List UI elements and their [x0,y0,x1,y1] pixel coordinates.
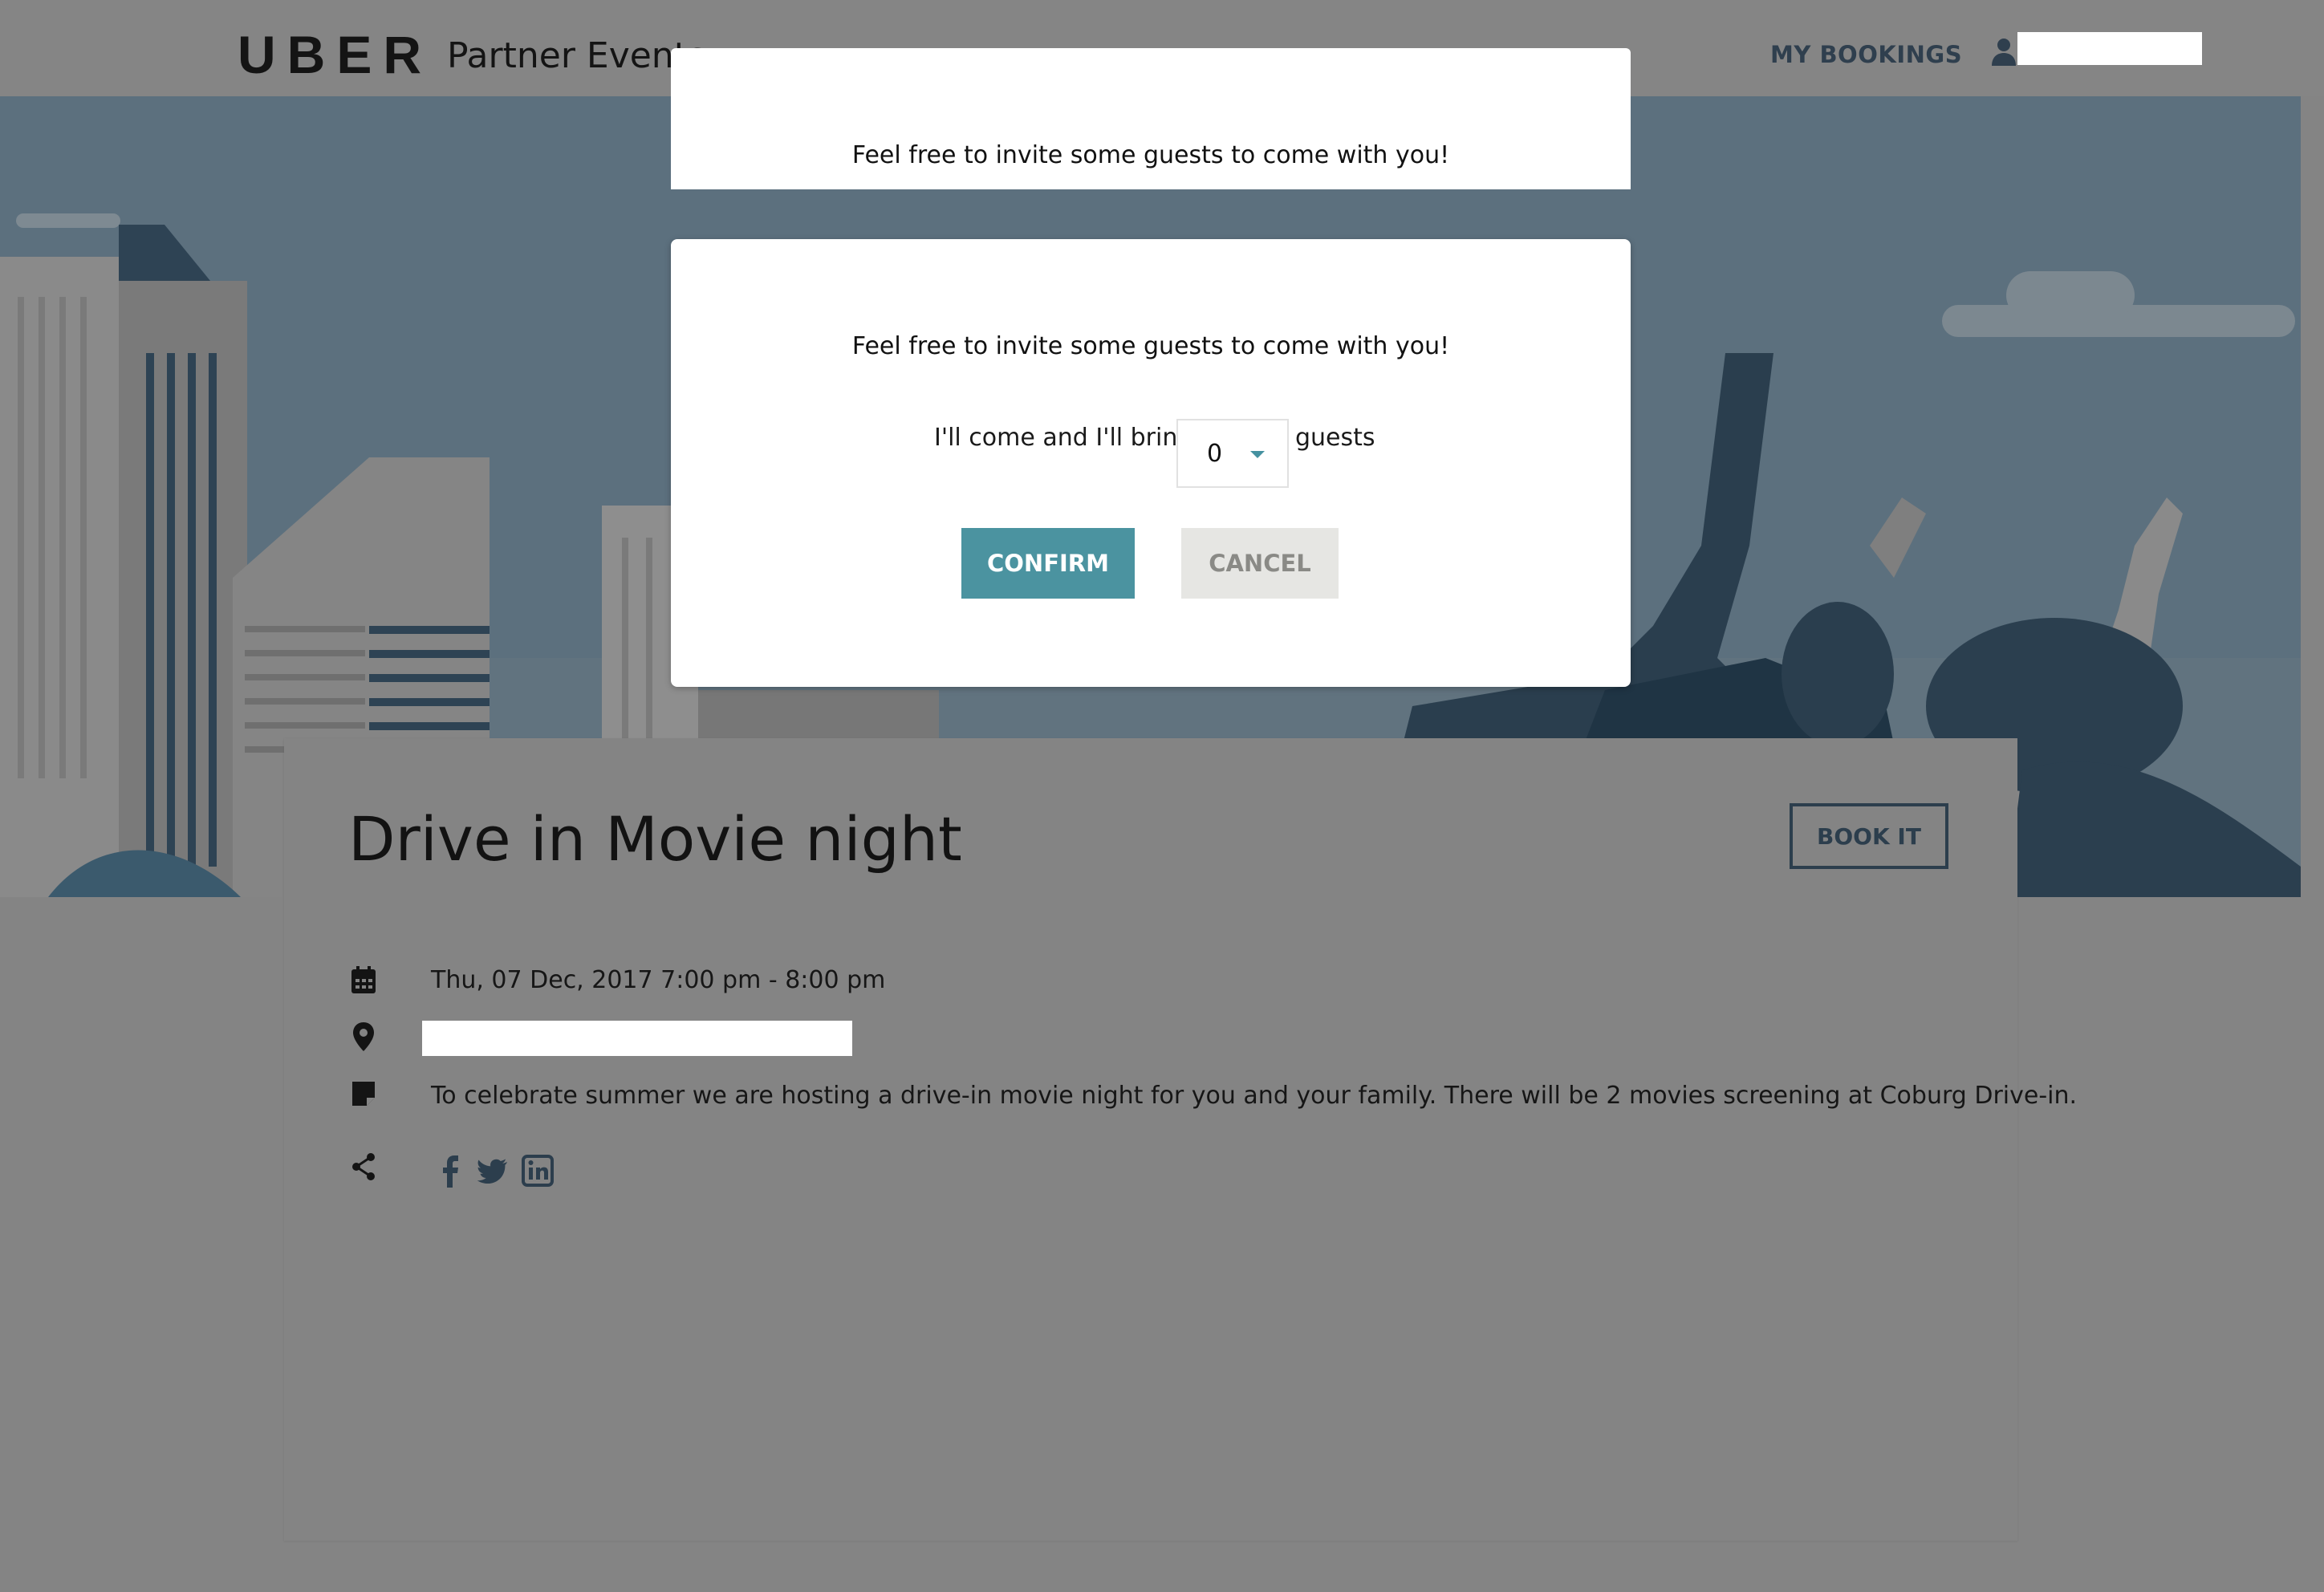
share-icon [352,1153,375,1180]
uber-logo[interactable]: UBER [238,24,433,85]
event-datetime: Thu, 07 Dec, 2017 7:00 pm - 8:00 pm [431,966,886,994]
event-description: To celebrate summer we are hosting a dri… [431,1082,2078,1110]
note-icon [352,1082,375,1106]
modal-message: Feel free to invite some guests to come … [851,332,1450,360]
guests-suffix-label: guests [1295,424,1375,452]
calendar-icon [351,966,376,993]
book-it-button[interactable]: BOOK IT [1790,803,1948,869]
user-name-redacted[interactable] [2017,32,2202,65]
guest-invite-modal: Feel free to invite some guests to come … [671,239,1631,687]
modal-ghost-message: Feel free to invite some guests to come … [851,141,1450,169]
location-pin-icon [353,1022,374,1051]
modal-ghost-top: Feel free to invite some guests to come … [671,48,1631,189]
event-location-redacted [422,1021,852,1056]
twitter-icon[interactable] [477,1152,509,1189]
confirm-button[interactable]: CONFIRM [961,528,1135,599]
guests-count-value: 0 [1207,440,1223,468]
chevron-down-icon [1250,451,1265,458]
event-title: Drive in Movie night [348,803,962,875]
bring-prefix-label: I'll come and I'll bring [934,424,1193,452]
guests-count-select[interactable]: 0 [1176,419,1289,488]
facebook-icon[interactable] [435,1152,467,1189]
my-bookings-link[interactable]: MY BOOKINGS [1770,39,1962,71]
event-card: Drive in Movie night BOOK IT Thu, 07 Dec… [284,738,2077,1541]
partner-events-title: Partner Events [447,35,706,76]
linkedin-icon[interactable] [522,1152,554,1189]
cancel-button[interactable]: CANCEL [1181,528,1339,599]
user-icon[interactable] [1990,37,2017,66]
